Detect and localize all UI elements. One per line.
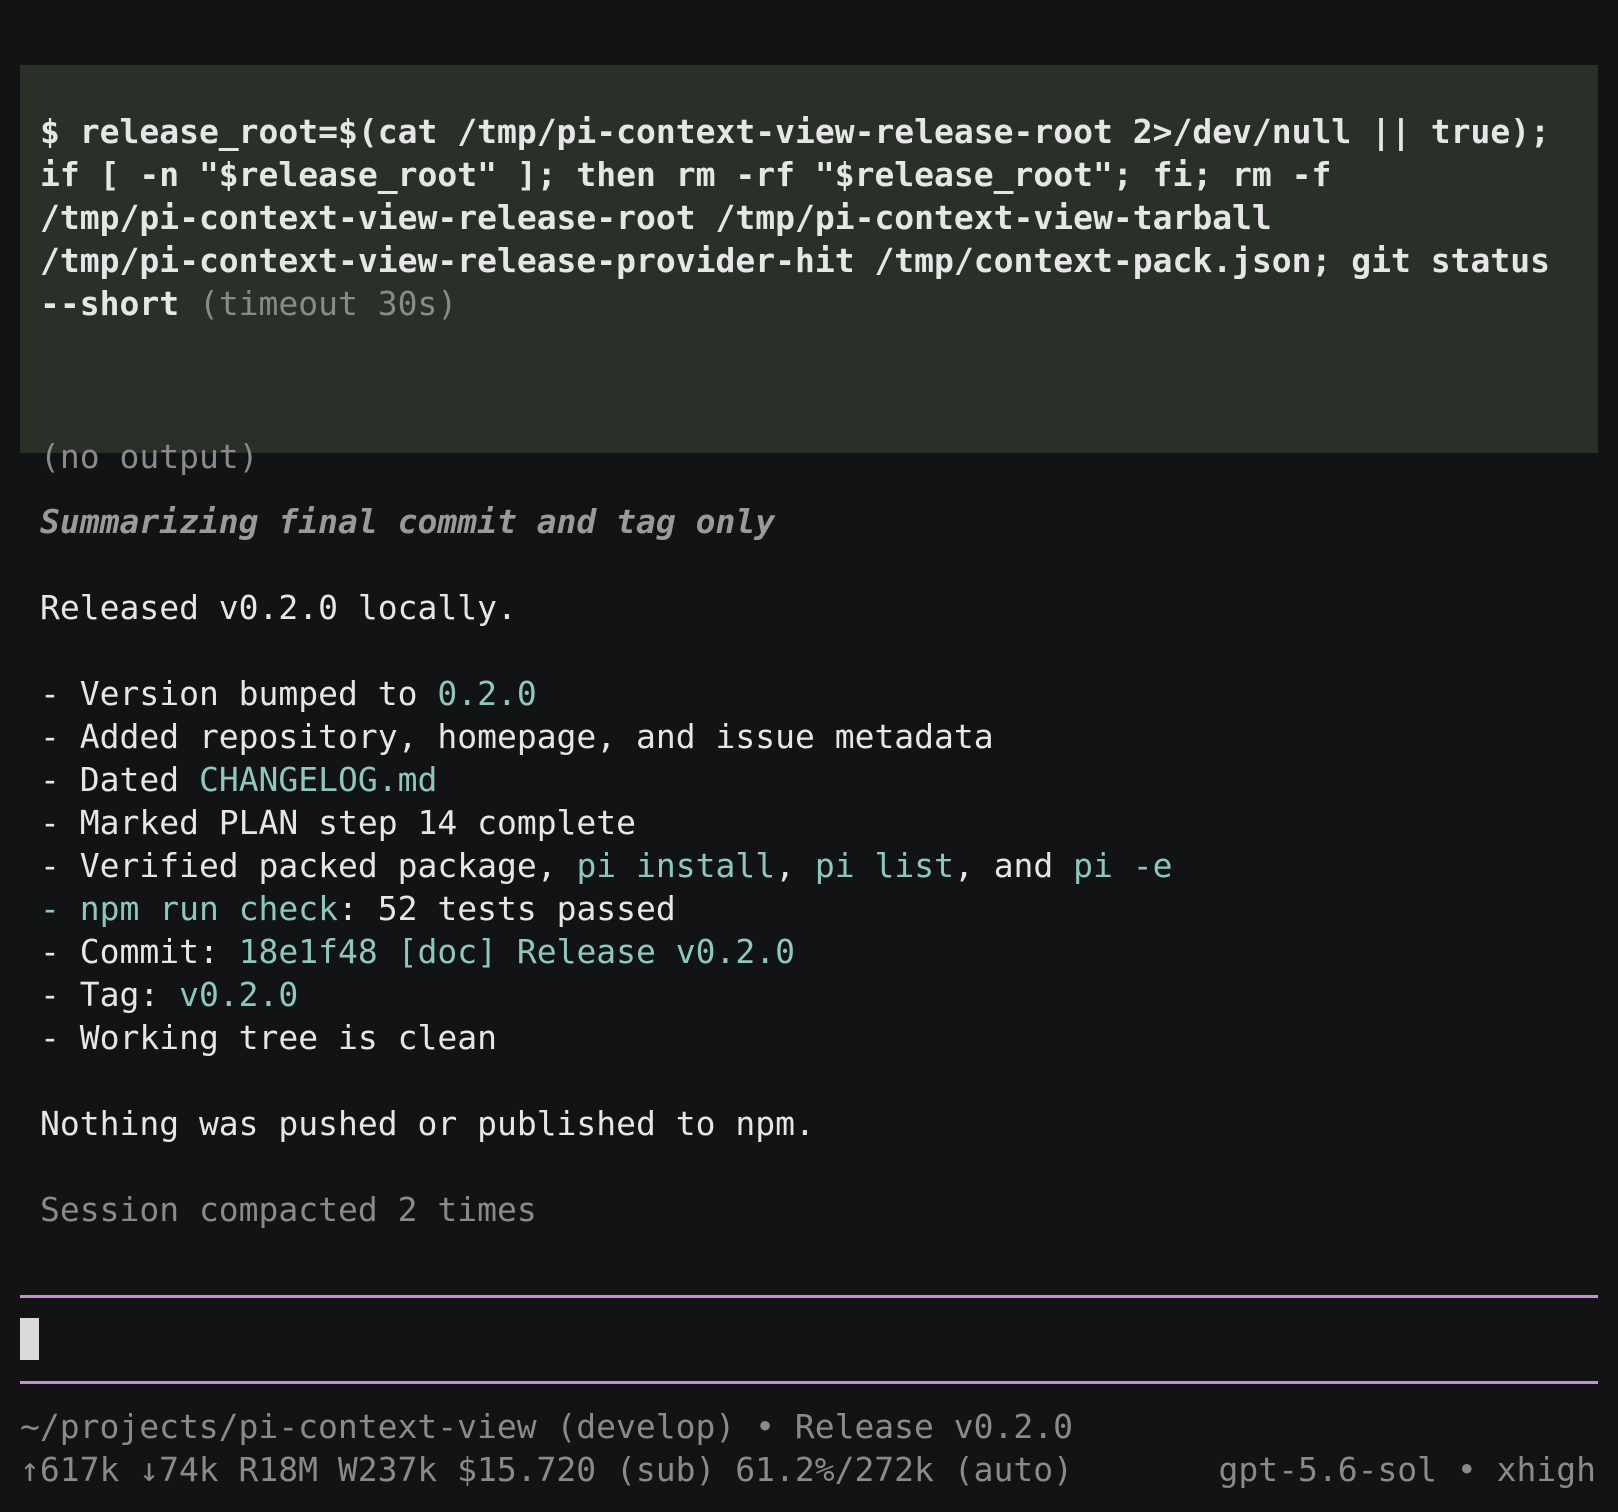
inline-code: pi list	[814, 846, 954, 885]
inline-code: 0.2.0	[437, 674, 537, 713]
compaction-status: Session compacted 2 times	[40, 1190, 537, 1229]
command-line: --short (timeout 30s)	[40, 282, 1550, 325]
assistant-outro: Nothing was pushed or published to npm.	[40, 1104, 815, 1143]
assistant-intro: Released v0.2.0 locally.	[40, 588, 517, 627]
list-item: - Marked PLAN step 14 complete	[40, 803, 637, 842]
command-line: $ release_root=$(cat /tmp/pi-context-vie…	[40, 112, 1550, 151]
list-item: - Version bumped to 0.2.0	[40, 672, 537, 715]
input-cursor[interactable]	[20, 1318, 39, 1360]
command-line: if [ -n "$release_root" ]; then rm -rf "…	[40, 155, 1332, 194]
list-item-text: - Commit:	[40, 932, 239, 971]
list-item: - Added repository, homepage, and issue …	[40, 717, 994, 756]
list-item-text: - Dated	[40, 760, 199, 799]
inline-code: pi install	[576, 846, 776, 885]
timeout-label: (timeout 30s)	[179, 284, 458, 323]
command-flag: --short	[40, 284, 180, 323]
list-item-text: - Verified packed package,	[40, 846, 577, 885]
thinking-text: Summarizing final commit and tag only	[40, 502, 776, 541]
list-item: - Working tree is clean	[40, 1018, 497, 1057]
inline-code: v0.2.0	[179, 975, 299, 1014]
list-item-text: - Version bumped to	[40, 674, 438, 713]
inline-code: 18e1f48 [doc] Release v0.2.0	[238, 932, 795, 971]
inline-code: CHANGELOG.md	[198, 760, 438, 799]
list-item-text: : 52 tests passed	[338, 889, 676, 928]
list-item: - Verified packed package, pi install, p…	[40, 844, 1173, 887]
list-item-text: ,	[775, 846, 815, 885]
list-item: - npm run check: 52 tests passed	[40, 887, 676, 930]
footer-path: ~/projects/pi-context-view (develop) • R…	[20, 1407, 1073, 1446]
tool-output: (no output)	[40, 437, 259, 476]
inline-code: npm run check	[79, 889, 339, 928]
input-bottom-border	[20, 1381, 1598, 1384]
footer-stats: ↑617k ↓74k R18M W237k $15.720 (sub) 61.2…	[20, 1450, 1073, 1489]
tool-command: $ release_root=$(cat /tmp/pi-context-vie…	[40, 110, 1550, 325]
list-item: - Dated CHANGELOG.md	[40, 758, 437, 801]
list-item-text: - Tag:	[40, 975, 180, 1014]
list-item-text: , and	[953, 846, 1074, 885]
list-item: - Commit: 18e1f48 [doc] Release v0.2.0	[40, 930, 795, 973]
list-item: - Tag: v0.2.0	[40, 973, 298, 1016]
command-line: /tmp/pi-context-view-release-provider-hi…	[40, 241, 1550, 280]
tool-call-block: $ release_root=$(cat /tmp/pi-context-vie…	[20, 65, 1598, 476]
command-line: /tmp/pi-context-view-release-root /tmp/p…	[40, 198, 1272, 237]
list-item-text: -	[40, 889, 80, 928]
input-top-border	[20, 1295, 1598, 1298]
inline-code: pi -e	[1073, 846, 1173, 885]
footer-model: gpt-5.6-sol • xhigh	[1218, 1450, 1597, 1489]
